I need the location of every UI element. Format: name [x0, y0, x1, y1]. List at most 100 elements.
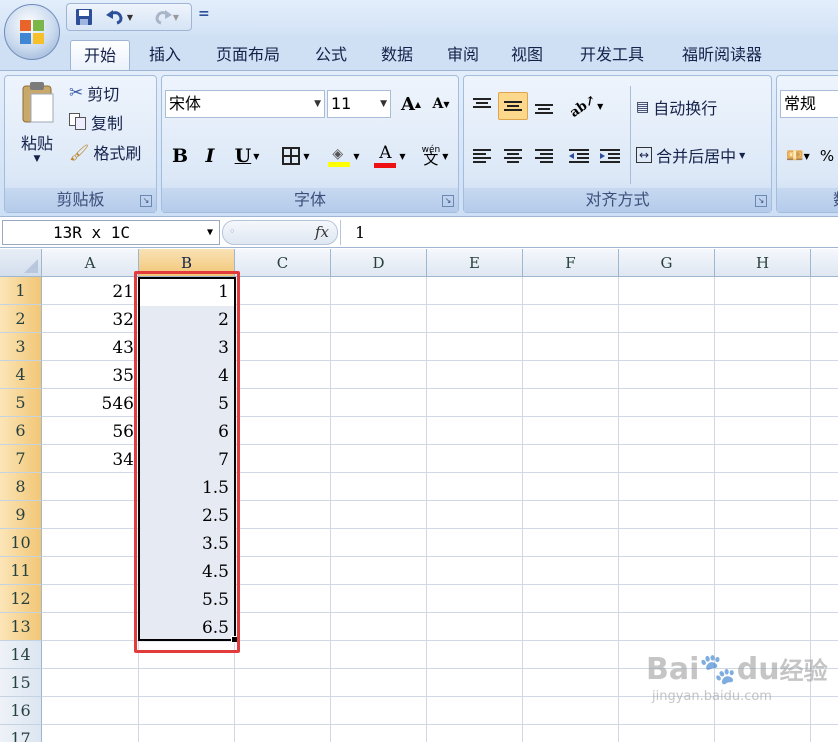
tab-home[interactable]: 开始 [70, 40, 130, 70]
tab-view[interactable]: 视图 [496, 40, 558, 70]
row-header-7[interactable]: 7 [0, 445, 42, 473]
merge-center-button[interactable]: ↔ 合并后居中 ▼ [636, 142, 745, 168]
column-header-h[interactable]: H [715, 249, 811, 277]
tab-formulas[interactable]: 公式 [300, 40, 362, 70]
row-header-13[interactable]: 13 [0, 613, 42, 641]
row-header-6[interactable]: 6 [0, 417, 42, 445]
row-header-14[interactable]: 14 [0, 641, 42, 669]
column-header-d[interactable]: D [331, 249, 427, 277]
wrap-text-button[interactable]: ▤ 自动换行 [636, 94, 717, 120]
quick-access-toolbar: ▼ ▼ [66, 3, 192, 31]
row-header-15[interactable]: 15 [0, 669, 42, 697]
cell-a2[interactable]: 32 [42, 306, 138, 334]
align-left-button[interactable] [467, 142, 497, 170]
column-header-i[interactable] [811, 249, 838, 277]
cell-a6[interactable]: 56 [42, 418, 138, 446]
row-header-9[interactable]: 9 [0, 501, 42, 529]
column-header-g[interactable]: G [619, 249, 715, 277]
number-format-select[interactable]: 常规 [780, 90, 838, 118]
cell-b13[interactable]: 6.5 [139, 614, 235, 642]
cut-button[interactable]: ✂ 剪切 [69, 82, 119, 104]
tab-insert[interactable]: 插入 [136, 40, 194, 70]
alignment-launcher-icon[interactable]: ↘ [755, 195, 767, 207]
align-right-button[interactable] [529, 142, 559, 170]
align-bottom-button[interactable] [529, 92, 559, 120]
row-header-16[interactable]: 16 [0, 697, 42, 725]
paste-button[interactable]: 粘贴 ▼ [11, 80, 63, 180]
column-header-f[interactable]: F [523, 249, 619, 277]
grow-font-button[interactable]: A ▲ [396, 90, 426, 118]
align-center-button[interactable] [498, 142, 528, 170]
decrease-indent-button[interactable] [564, 142, 594, 170]
currency-icon: 💴 [786, 148, 804, 164]
tab-data[interactable]: 数据 [366, 40, 428, 70]
shrink-font-button[interactable]: A ▼ [426, 90, 456, 118]
row-header-4[interactable]: 4 [0, 361, 42, 389]
borders-button[interactable]: ▼ [274, 142, 318, 170]
tab-developer[interactable]: 开发工具 [562, 40, 662, 70]
cell-a3[interactable]: 43 [42, 334, 138, 362]
font-name-select[interactable]: 宋体 ▼ [165, 90, 325, 118]
customize-qat-button[interactable]: = [198, 6, 210, 22]
redo-icon[interactable]: ▼ [147, 7, 183, 27]
row-header-8[interactable]: 8 [0, 473, 42, 501]
cell-a7[interactable]: 34 [42, 446, 138, 474]
phonetic-guide-button[interactable]: wén 文 ▼ [414, 142, 456, 170]
cell-b5[interactable]: 5 [139, 390, 235, 418]
cell-b2[interactable]: 2 [139, 306, 235, 334]
align-middle-button[interactable] [498, 92, 528, 120]
row-header-2[interactable]: 2 [0, 305, 42, 333]
row-header-5[interactable]: 5 [0, 389, 42, 417]
align-top-button[interactable] [467, 92, 497, 120]
select-all-button[interactable] [0, 249, 42, 277]
tab-review[interactable]: 审阅 [432, 40, 494, 70]
row-header-17[interactable]: 17 [0, 725, 42, 742]
font-launcher-icon[interactable]: ↘ [442, 195, 454, 207]
fill-color-button[interactable]: ◈ ▼ [322, 142, 366, 170]
fill-handle[interactable] [231, 636, 238, 643]
orientation-button[interactable]: ab↗ ▼ [564, 92, 608, 121]
clipboard-launcher-icon[interactable]: ↘ [140, 195, 152, 207]
row-header-1[interactable]: 1 [0, 277, 42, 305]
resize-handle-icon[interactable]: ◦ [229, 225, 236, 238]
formula-input[interactable]: 1 [340, 220, 838, 245]
cell-b1[interactable]: 1 [139, 278, 235, 306]
insert-function-icon[interactable]: fx [315, 223, 329, 241]
cell-b3[interactable]: 3 [139, 334, 235, 362]
column-header-e[interactable]: E [427, 249, 523, 277]
cell-a4[interactable]: 35 [42, 362, 138, 390]
tab-page-layout[interactable]: 页面布局 [200, 40, 296, 70]
cell-b10[interactable]: 3.5 [139, 530, 235, 558]
format-painter-button[interactable]: 🖌 格式刷 [69, 141, 141, 164]
office-button[interactable] [4, 4, 60, 60]
row-header-10[interactable]: 10 [0, 529, 42, 557]
name-box[interactable]: 13R x 1C ▼ [2, 220, 220, 245]
accounting-format-button[interactable]: 💴 ▼ [780, 142, 816, 170]
cell-b8[interactable]: 1.5 [139, 474, 235, 502]
cell-b11[interactable]: 4.5 [139, 558, 235, 586]
row-header-3[interactable]: 3 [0, 333, 42, 361]
column-header-b[interactable]: B [139, 249, 235, 277]
row-header-12[interactable]: 12 [0, 585, 42, 613]
font-color-button[interactable]: A ▼ [368, 142, 412, 170]
bold-button[interactable]: B [165, 142, 195, 170]
increase-indent-button[interactable] [595, 142, 625, 170]
cell-b7[interactable]: 7 [139, 446, 235, 474]
italic-button[interactable]: I [195, 142, 225, 170]
tab-foxit-reader[interactable]: 福昕阅读器 [668, 40, 776, 70]
percent-button[interactable]: % [817, 142, 837, 170]
font-size-select[interactable]: 11 ▼ [327, 90, 391, 118]
column-header-c[interactable]: C [235, 249, 331, 277]
save-icon[interactable] [73, 7, 95, 27]
column-header-a[interactable]: A [42, 249, 139, 277]
cell-b12[interactable]: 5.5 [139, 586, 235, 614]
undo-icon[interactable]: ▼ [101, 7, 137, 27]
cell-b6[interactable]: 6 [139, 418, 235, 446]
underline-button[interactable]: U ▼ [225, 142, 269, 170]
copy-button[interactable]: 复制 [69, 111, 123, 133]
cell-b9[interactable]: 2.5 [139, 502, 235, 530]
cell-a5[interactable]: 546 [42, 390, 138, 418]
cell-b4[interactable]: 4 [139, 362, 235, 390]
cell-a1[interactable]: 21 [42, 278, 138, 306]
row-header-11[interactable]: 11 [0, 557, 42, 585]
